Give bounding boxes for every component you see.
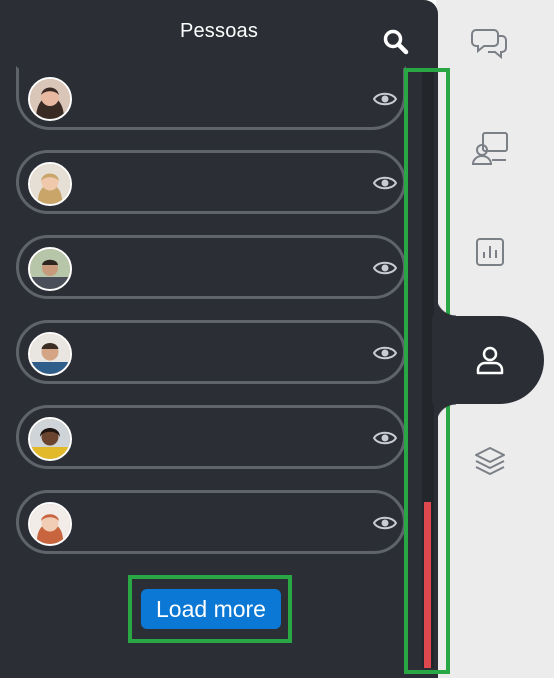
avatar-woman-red-hair: [28, 502, 72, 546]
person-row[interactable]: [16, 235, 406, 299]
eye-icon[interactable]: [373, 260, 397, 276]
search-icon[interactable]: [382, 28, 410, 56]
panel-title: Pessoas: [179, 20, 259, 42]
person-row[interactable]: [16, 490, 406, 554]
person-row[interactable]: [16, 320, 406, 384]
avatar-woman-dark-hair: [28, 77, 72, 121]
load-more-button[interactable]: Load more: [141, 589, 281, 629]
active-tab-notch-top: [436, 296, 456, 316]
eye-icon[interactable]: [373, 430, 397, 446]
avatar-man-outdoors: [28, 247, 72, 291]
person-row[interactable]: [16, 405, 406, 469]
chat-bubbles-icon[interactable]: [470, 22, 510, 62]
person-row[interactable]: [16, 150, 406, 214]
active-tab-notch-bottom: [436, 404, 456, 424]
eye-icon[interactable]: [373, 91, 397, 107]
layers-icon[interactable]: [470, 442, 510, 482]
person-row[interactable]: [16, 66, 406, 130]
presenter-icon[interactable]: [470, 128, 510, 168]
eye-icon[interactable]: [373, 345, 397, 361]
eye-icon[interactable]: [373, 175, 397, 191]
bar-chart-icon[interactable]: [470, 232, 510, 272]
load-more-highlight: Load more: [128, 575, 292, 643]
avatar-woman-yellow-top: [28, 417, 72, 461]
eye-icon[interactable]: [373, 515, 397, 531]
people-panel: Pessoas Load more: [0, 0, 438, 678]
user-icon[interactable]: [470, 340, 510, 380]
avatar-man-short-hair: [28, 332, 72, 376]
avatar-woman-blonde-hair: [28, 162, 72, 206]
